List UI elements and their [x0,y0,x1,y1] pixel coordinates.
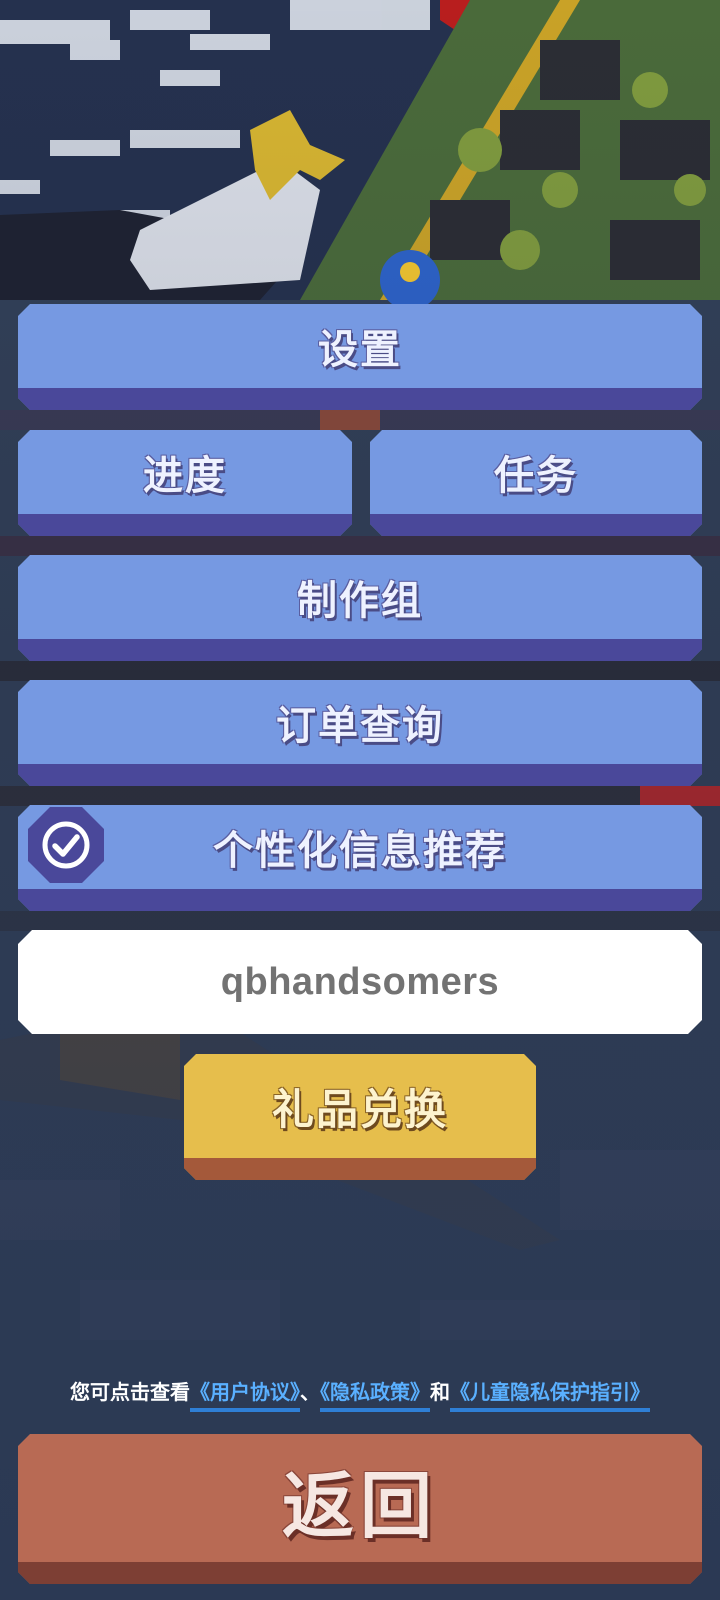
policy-conjunction-text: 和 [430,1380,450,1404]
progress-button[interactable]: 进度 [18,430,352,536]
tasks-button-label: 任务 [494,453,578,499]
settings-button[interactable]: 设置 [18,304,702,410]
user-agreement-link[interactable]: 《用户协议》 [190,1380,300,1412]
personalized-recommendation-toggle[interactable]: 个性化信息推荐 [18,805,702,911]
back-button[interactable]: 返回 [18,1434,702,1584]
credits-button-label: 制作组 [297,578,423,624]
gift-redeem-button[interactable]: 礼品兑换 [184,1054,536,1180]
tasks-button[interactable]: 任务 [370,430,702,536]
policy-prefix-text: 您可点击查看 [70,1380,190,1404]
privacy-policy-link[interactable]: 《隐私政策》 [320,1380,430,1412]
progress-button-label: 进度 [143,453,227,499]
gift-code-value: qbhandsomers [220,960,500,1003]
policy-separator-text: 、 [300,1380,320,1404]
recommendation-checkbox[interactable] [28,807,104,883]
order-query-button[interactable]: 订单查询 [18,680,702,786]
gift-redeem-button-label: 礼品兑换 [271,1084,448,1134]
settings-button-label: 设置 [318,327,402,373]
personalized-recommendation-label: 个性化信息推荐 [213,828,507,874]
gift-code-input[interactable]: qbhandsomers [18,930,702,1034]
background-dim-overlay [0,0,720,1600]
checkmark-icon [40,819,92,871]
back-button-label: 返回 [281,1463,438,1548]
policy-notice: 您可点击查看《用户协议》、《隐私政策》和《儿童隐私保护指引》 [0,1376,720,1412]
child-privacy-guide-link[interactable]: 《儿童隐私保护指引》 [450,1380,650,1412]
order-query-button-label: 订单查询 [276,703,444,749]
credits-button[interactable]: 制作组 [18,555,702,661]
